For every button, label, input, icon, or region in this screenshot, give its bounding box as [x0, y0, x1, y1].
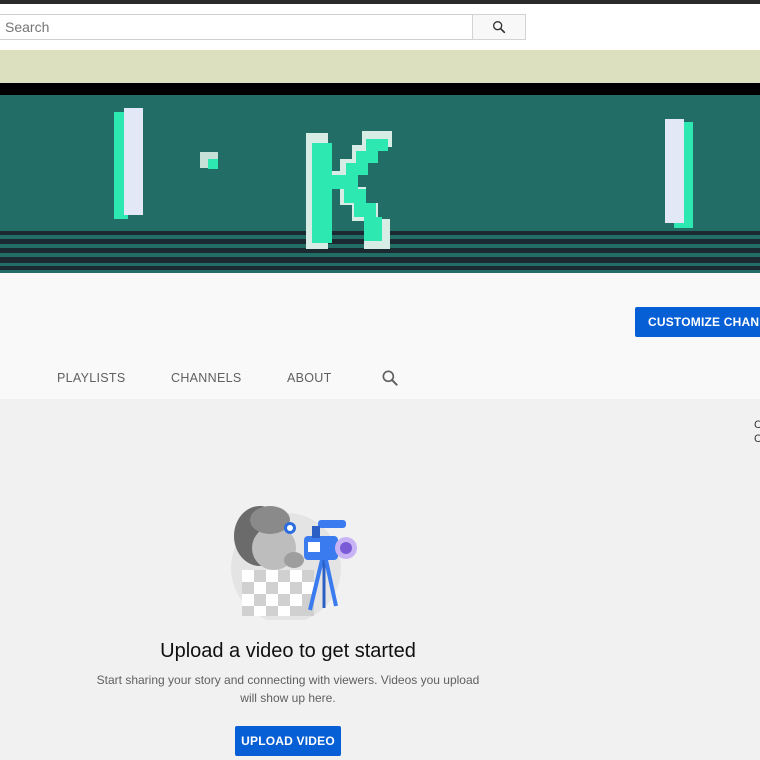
tab-playlists[interactable]: PLAYLISTS [57, 371, 125, 385]
search-input-container[interactable] [0, 14, 472, 40]
channel-search-button[interactable] [380, 368, 400, 388]
banner-top-band [0, 50, 760, 83]
channel-banner [0, 95, 760, 273]
customize-channel-button[interactable]: CUSTOMIZE CHANNEL [635, 307, 760, 337]
edge-text: C [754, 419, 760, 431]
empty-state-illustration [228, 498, 364, 623]
search-button[interactable] [472, 14, 526, 40]
empty-state-subtitle: Start sharing your story and connecting … [96, 673, 480, 705]
banner-artwork [0, 108, 760, 270]
edge-text: C [754, 433, 760, 445]
banner-dark-band [0, 83, 760, 95]
search-input[interactable] [0, 15, 472, 39]
upload-video-button[interactable]: UPLOAD VIDEO [235, 726, 341, 756]
camera-person-illustration [231, 506, 357, 623]
tab-about[interactable]: ABOUT [287, 371, 332, 385]
tab-channels[interactable]: CHANNELS [171, 371, 241, 385]
search-icon [382, 370, 398, 386]
masthead [0, 4, 760, 50]
search-icon [493, 20, 506, 34]
empty-state-title: Upload a video to get started [160, 640, 416, 662]
